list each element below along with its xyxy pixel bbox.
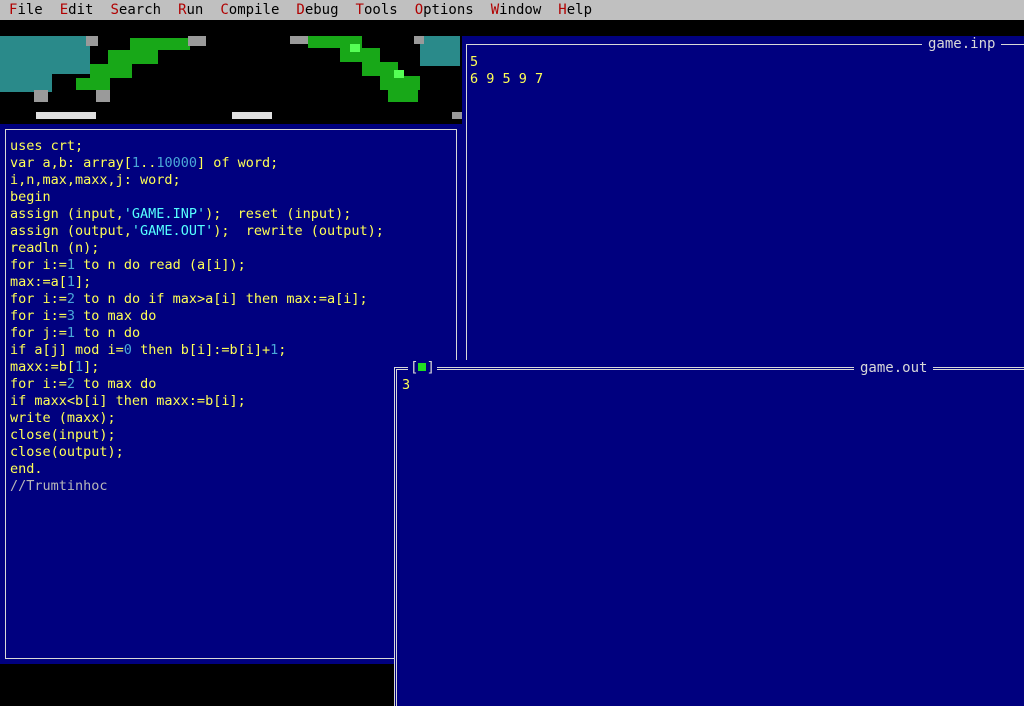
menu-item-run[interactable]: Run: [178, 2, 203, 18]
out-content[interactable]: 3: [402, 377, 410, 394]
close-button[interactable]: []: [408, 360, 437, 376]
menu-label: ebug: [304, 2, 339, 18]
decor-gray-block: [34, 90, 48, 102]
code-line: i,n,max,maxx,j: word;: [10, 172, 181, 188]
menu-hotkey: R: [178, 2, 187, 18]
menu-label: dit: [68, 2, 94, 18]
out-line: 3: [402, 377, 411, 393]
close-bracket-right: ]: [426, 360, 435, 376]
menu-hotkey: O: [414, 2, 424, 18]
decor-gray-block: [452, 112, 462, 119]
inp-line: 5: [470, 54, 479, 70]
menu-label: un: [186, 2, 204, 18]
out-window[interactable]: [] game.out 3: [394, 360, 1024, 706]
inp-line: 6 9 5 9 7: [470, 71, 544, 87]
decor-green-block: [76, 78, 110, 90]
code-line: max:=a[1];: [10, 274, 92, 290]
menu-hotkey: E: [59, 2, 69, 18]
decor-white-bar: [36, 112, 96, 119]
out-window-title[interactable]: game.out: [854, 360, 934, 376]
decor-gray-block: [188, 36, 206, 46]
menu-hotkey: S: [110, 2, 119, 18]
menu-hotkey: D: [296, 2, 305, 18]
decor-gray-block: [96, 90, 110, 102]
decor-gray-block: [86, 36, 98, 46]
menu-label: indow: [499, 2, 542, 18]
decor-green-block: [340, 48, 380, 62]
decor-green-block: [388, 90, 418, 102]
menu-item-options[interactable]: Options: [415, 2, 474, 18]
code-line: //Trumtinhoc: [10, 478, 108, 494]
decor-green-block: [130, 38, 190, 50]
menu-bar: File Edit Search Run Compile Debug Tools Option…: [0, 0, 1024, 20]
menu-item-search[interactable]: Search: [110, 2, 161, 18]
inp-content[interactable]: 56 9 5 9 7: [470, 54, 543, 88]
inp-window[interactable]: game.inp 56 9 5 9 7: [462, 36, 1024, 374]
decor-green-block: [362, 62, 398, 76]
menu-label: earch: [118, 2, 162, 18]
menu-label: ools: [363, 2, 398, 18]
menu-item-debug[interactable]: Debug: [296, 2, 338, 18]
editor-window[interactable]: uses crt; var a,b: array[1..10000] of wor…: [0, 124, 462, 664]
code-line: for i:=3 to max do: [10, 308, 157, 324]
menu-item-help[interactable]: Help: [558, 2, 592, 18]
menu-label: elp: [566, 2, 593, 18]
decor-green-block: [90, 64, 132, 78]
menu-item-file[interactable]: File: [9, 2, 43, 18]
out-window-frame: [394, 367, 1024, 706]
code-line: uses crt;: [10, 138, 84, 154]
decor-white-bar: [232, 112, 272, 119]
code-line: assign (output,'GAME.OUT'); rewrite (out…: [10, 223, 384, 239]
code-line: maxx:=b[1];: [10, 359, 100, 375]
code-line: readln (n);: [10, 240, 100, 256]
code-line: for i:=2 to n do if max>a[i] then max:=a…: [10, 291, 368, 307]
code-line: write (maxx);: [10, 410, 116, 426]
menu-item-compile[interactable]: Compile: [220, 2, 279, 18]
code-line: end.: [10, 461, 43, 477]
code-line: if maxx<b[i] then maxx:=b[i];: [10, 393, 246, 409]
code-line: assign (input,'GAME.INP'); reset (input)…: [10, 206, 352, 222]
menu-item-tools[interactable]: Tools: [356, 2, 398, 18]
code-line: for i:=1 to n do read (a[i]);: [10, 257, 246, 273]
decor-gray-block: [414, 36, 424, 44]
menu-item-edit[interactable]: Edit: [60, 2, 94, 18]
decor-teal-block: [0, 36, 90, 74]
inp-window-frame: [466, 44, 1024, 374]
menu-item-window[interactable]: Window: [491, 2, 542, 18]
decor-green-block: [380, 76, 420, 90]
code-line: var a,b: array[1..10000] of word;: [10, 155, 279, 171]
code-line: close(input);: [10, 427, 116, 443]
decor-gray-block: [290, 36, 308, 44]
close-bracket-left: [: [410, 360, 419, 376]
menu-hotkey: T: [355, 2, 364, 18]
menu-label: ompile: [228, 2, 280, 18]
menu-hotkey: H: [558, 2, 567, 18]
code-area[interactable]: uses crt; var a,b: array[1..10000] of wor…: [10, 138, 384, 495]
code-line: begin: [10, 189, 51, 205]
menu-hotkey: W: [490, 2, 500, 18]
decor-light-green-block: [350, 44, 360, 52]
menu-label: ptions: [423, 2, 474, 18]
inp-window-title[interactable]: game.inp: [922, 36, 1002, 52]
menu-label: ile: [17, 2, 43, 18]
menu-hotkey: C: [220, 2, 229, 18]
decor-teal-block: [420, 36, 460, 66]
decor-light-green-block: [394, 70, 404, 78]
code-line: close(output);: [10, 444, 124, 460]
code-line: for i:=2 to max do: [10, 376, 157, 392]
code-line: for j:=1 to n do: [10, 325, 141, 341]
code-line: if a[j] mod i=0 then b[i]:=b[i]+1;: [10, 342, 287, 358]
decor-green-block: [108, 50, 158, 64]
